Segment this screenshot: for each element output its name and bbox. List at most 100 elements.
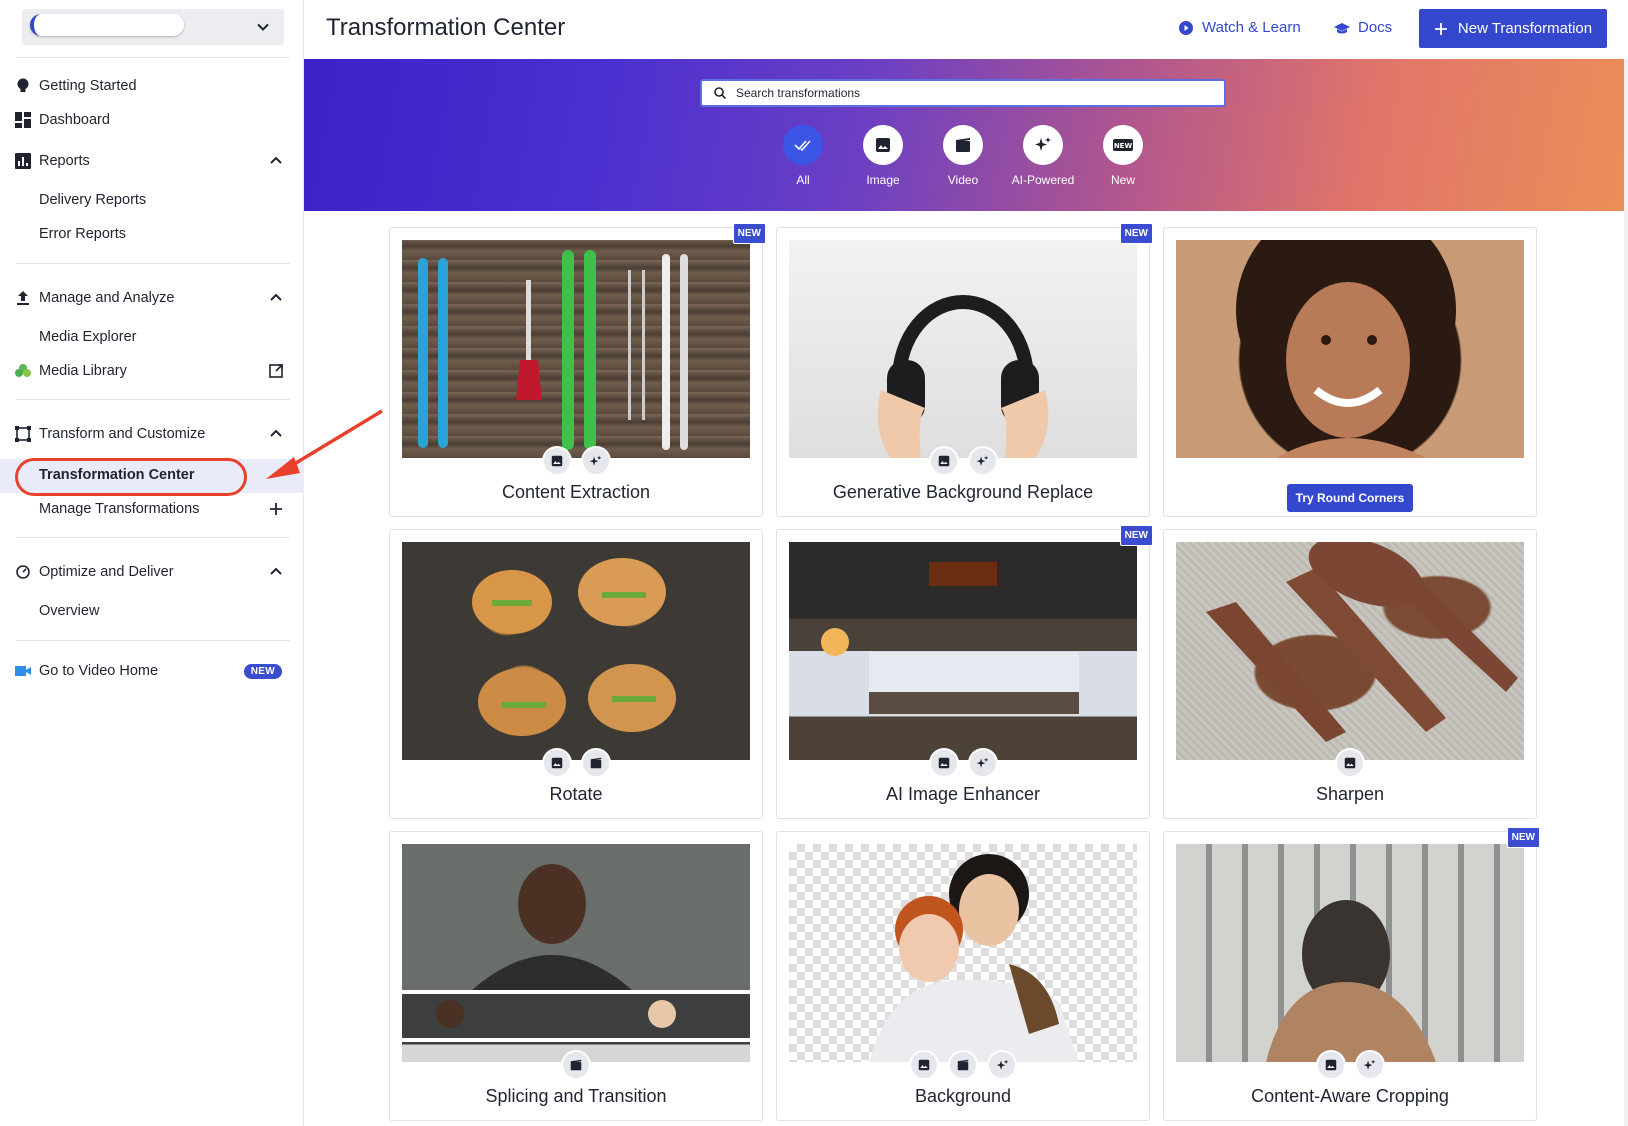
- card-splicing-and-transition[interactable]: Splicing and Transition: [389, 831, 763, 1121]
- play-circle-icon: [1179, 20, 1193, 35]
- card-round-corners[interactable]: Try Round Corners: [1163, 227, 1537, 517]
- dashboard-icon: [14, 111, 32, 129]
- filter-label: New: [1110, 173, 1135, 187]
- card-content-aware-cropping[interactable]: Content-Aware Cropping NEW: [1163, 827, 1540, 1121]
- external-link-icon[interactable]: [268, 363, 284, 379]
- page-header: Transformation Center Watch & Learn Docs…: [304, 0, 1628, 59]
- sidebar-item-reports[interactable]: Reports: [0, 145, 304, 177]
- sidebar-item-video-home[interactable]: Go to Video Home NEW: [0, 655, 304, 687]
- card-thumbnail: [402, 844, 750, 1062]
- image-icon: [909, 1050, 939, 1080]
- sidebar-item-getting-started[interactable]: Getting Started: [0, 70, 304, 102]
- filter-label: All: [796, 173, 810, 187]
- card-ai-image-enhancer[interactable]: AI Image Enhancer NEW: [776, 525, 1153, 819]
- sidebar-item-overview[interactable]: Overview: [0, 595, 304, 627]
- scrollbar[interactable]: [1624, 59, 1628, 1126]
- card-thumbnail: [789, 844, 1137, 1062]
- filter-new[interactable]: NEW New: [1081, 125, 1165, 187]
- sparkle-icon: [1354, 1050, 1385, 1080]
- plus-icon[interactable]: [268, 501, 284, 517]
- sidebar-item-manage-transformations[interactable]: Manage Transformations: [0, 493, 304, 525]
- docs-label: Docs: [1358, 19, 1393, 36]
- card-generative-background-replace[interactable]: Generative Background Replace NEW: [776, 223, 1153, 517]
- lightbulb-icon: [14, 77, 32, 95]
- sidebar-item-label: Overview: [39, 603, 100, 619]
- image-icon: [541, 748, 572, 778]
- sparkle-icon: [580, 446, 611, 476]
- chevron-up-icon[interactable]: [268, 564, 284, 580]
- card-title: Background: [914, 1086, 1012, 1106]
- sidebar-item-error-reports[interactable]: Error Reports: [0, 218, 304, 250]
- filter-all[interactable]: All: [761, 125, 845, 187]
- card-title: Content Extraction: [501, 482, 651, 502]
- clapperboard-icon: [561, 1050, 591, 1080]
- sidebar-item-label: Getting Started: [39, 78, 137, 94]
- card-rotate[interactable]: Rotate: [389, 529, 763, 819]
- filter-label: Video: [947, 173, 979, 187]
- card-background[interactable]: Background: [776, 831, 1150, 1121]
- filter-image[interactable]: Image: [841, 125, 925, 187]
- divider: [16, 537, 290, 538]
- new-transformation-button[interactable]: New Transformation: [1419, 9, 1607, 48]
- sidebar-item-label: Media Explorer: [39, 329, 137, 345]
- type-badges: [1164, 1050, 1536, 1080]
- sidebar-item-dashboard[interactable]: Dashboard: [0, 104, 304, 136]
- image-icon: [928, 446, 959, 476]
- image-icon: [1315, 1050, 1346, 1080]
- clapperboard-icon: [948, 1050, 978, 1080]
- sidebar-item-label: Manage Transformations: [39, 501, 200, 517]
- sparkle-icon: [967, 446, 998, 476]
- page-title: Transformation Center: [326, 14, 566, 41]
- filter-video[interactable]: Video: [921, 125, 1005, 187]
- chevron-up-icon[interactable]: [268, 290, 284, 306]
- sidebar-item-label: Optimize and Deliver: [39, 564, 174, 580]
- type-badges: [390, 1050, 762, 1080]
- reports-icon: [14, 152, 32, 170]
- sidebar-item-label: Transform and Customize: [39, 426, 206, 442]
- graduation-cap-icon: [1334, 22, 1350, 33]
- sidebar-item-label: Dashboard: [39, 112, 110, 128]
- upload-icon: [14, 289, 32, 307]
- search-input[interactable]: Search transformations: [700, 79, 1226, 107]
- filter-label: AI-Powered: [1011, 173, 1075, 187]
- filter-ai-powered[interactable]: AI-Powered: [1001, 125, 1085, 187]
- svg-text:NEW: NEW: [1114, 142, 1133, 150]
- sidebar-item-label: Manage and Analyze: [39, 290, 175, 306]
- sidebar-item-media-library[interactable]: Media Library: [0, 355, 304, 387]
- divider: [16, 399, 290, 400]
- divider: [16, 640, 290, 641]
- sidebar-item-label: Delivery Reports: [39, 192, 147, 208]
- image-icon: [1335, 748, 1365, 778]
- cloud-icon: [14, 362, 32, 380]
- watch-learn-link[interactable]: Watch & Learn: [1178, 19, 1301, 36]
- card-thumbnail: [789, 240, 1137, 458]
- clapperboard-icon: [580, 748, 611, 778]
- account-selector[interactable]: [22, 9, 284, 45]
- sidebar-item-optimize-and-deliver[interactable]: Optimize and Deliver: [0, 556, 304, 588]
- card-title: Rotate: [549, 784, 603, 804]
- card-thumbnail: [1176, 240, 1524, 458]
- image-icon: [876, 138, 890, 152]
- card-title: Sharpen: [1315, 784, 1385, 804]
- filter-label: Image: [866, 173, 900, 187]
- sidebar-item-transform-and-customize[interactable]: Transform and Customize: [0, 418, 304, 450]
- new-badge: NEW: [1119, 223, 1153, 244]
- new-badge: NEW: [1119, 525, 1153, 546]
- docs-link[interactable]: Docs: [1334, 19, 1392, 36]
- card-title: Content-Aware Cropping: [1251, 1086, 1449, 1106]
- new-transformation-label: New Transformation: [1457, 20, 1593, 37]
- sidebar-item-delivery-reports[interactable]: Delivery Reports: [0, 184, 304, 216]
- card-thumbnail: [1176, 844, 1524, 1062]
- sidebar-item-label: Reports: [39, 153, 90, 169]
- search-icon: [714, 87, 726, 99]
- try-round-corners-button[interactable]: Try Round Corners: [1287, 484, 1413, 512]
- sidebar-item-media-explorer[interactable]: Media Explorer: [0, 321, 304, 353]
- type-badges: [777, 1050, 1149, 1080]
- card-sharpen[interactable]: Sharpen: [1163, 529, 1537, 819]
- card-content-extraction[interactable]: Content Extraction NEW: [389, 223, 766, 517]
- sidebar-item-manage-and-analyze[interactable]: Manage and Analyze: [0, 282, 304, 314]
- chevron-up-icon[interactable]: [268, 153, 284, 169]
- image-icon: [541, 446, 572, 476]
- chevron-down-icon: [257, 23, 269, 31]
- account-name: [30, 14, 184, 36]
